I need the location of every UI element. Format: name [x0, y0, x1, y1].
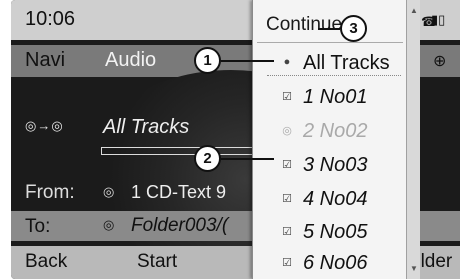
callout-2-leader	[221, 158, 274, 160]
checkbox-checked-icon: ☑	[282, 257, 292, 269]
scroll-down-icon[interactable]: ▼	[410, 264, 418, 273]
callout-1: 1	[194, 47, 221, 74]
checkbox-checked-icon: ☑	[282, 159, 292, 171]
to-label: To:	[25, 216, 51, 237]
menu-item-track-1[interactable]: ☑ 1 No01	[253, 79, 407, 113]
menu-item-track-3[interactable]: ☑ 3 No03	[253, 147, 407, 181]
to-value: Folder003/(	[131, 215, 229, 236]
globe-icon[interactable]: ⊕	[433, 51, 446, 71]
menu-item-track-5[interactable]: ☑ 5 No05	[253, 214, 407, 248]
from-label: From:	[25, 182, 75, 203]
menu-navi[interactable]: Navi	[25, 49, 65, 72]
callout-3: 3	[340, 15, 367, 42]
callout-2: 2	[194, 145, 221, 172]
menu-item-label: 5 No05	[303, 221, 368, 243]
checkbox-checked-icon: ☑	[282, 91, 292, 103]
menu-item-label: 2 No02	[303, 120, 368, 142]
progress-bar	[101, 147, 253, 155]
menu-item-track-6[interactable]: ☑ 6 No06	[253, 245, 407, 279]
clock: 10:06	[25, 8, 76, 30]
back-button[interactable]: Back	[25, 251, 67, 273]
menu-item-all-tracks[interactable]: ● All Tracks	[253, 45, 407, 79]
radio-dot-icon: ●	[283, 56, 291, 68]
audio-screen: 10:06 ▮▯ Navi Audio ⊕ ◎→◎ All Tracks Fro…	[11, 0, 460, 279]
hdd-icon: ◎	[282, 125, 292, 137]
cd-icon: ◎	[103, 184, 115, 199]
hdd-icon: ◎	[103, 217, 115, 232]
menu-item-track-2: ◎ 2 No02	[253, 113, 407, 147]
menu-item-label: 4 No04	[303, 188, 368, 210]
menu-item-label: 6 No06	[303, 252, 368, 274]
phone-handset-icon: ☎	[421, 14, 438, 29]
checkbox-checked-icon: ☑	[282, 193, 292, 205]
scroll-up-icon[interactable]: ▲	[410, 6, 418, 15]
menu-audio[interactable]: Audio	[105, 49, 156, 72]
track-title: All Tracks	[103, 116, 190, 138]
track-selection-menu: Continue ● All Tracks ☑ 1 No01 ◎ 2 No02 …	[252, 0, 407, 279]
menu-item-track-4[interactable]: ☑ 4 No04	[253, 181, 407, 215]
cd-to-hdd-icon: ◎→◎	[25, 118, 64, 133]
menu-divider	[257, 42, 403, 43]
menu-item-label: All Tracks	[303, 52, 390, 74]
callout-3-leader	[318, 28, 340, 30]
menu-item-label: 3 No03	[303, 154, 368, 176]
continue-button[interactable]: Continue	[266, 14, 342, 36]
checkbox-checked-icon: ☑	[282, 226, 292, 238]
callout-1-leader	[221, 60, 274, 62]
menu-scrollbar[interactable]: ▲ ▼	[406, 0, 420, 279]
menu-item-label: 1 No01	[303, 86, 368, 108]
start-button[interactable]: Start	[137, 251, 177, 273]
from-value: 1 CD-Text 9	[131, 182, 227, 202]
